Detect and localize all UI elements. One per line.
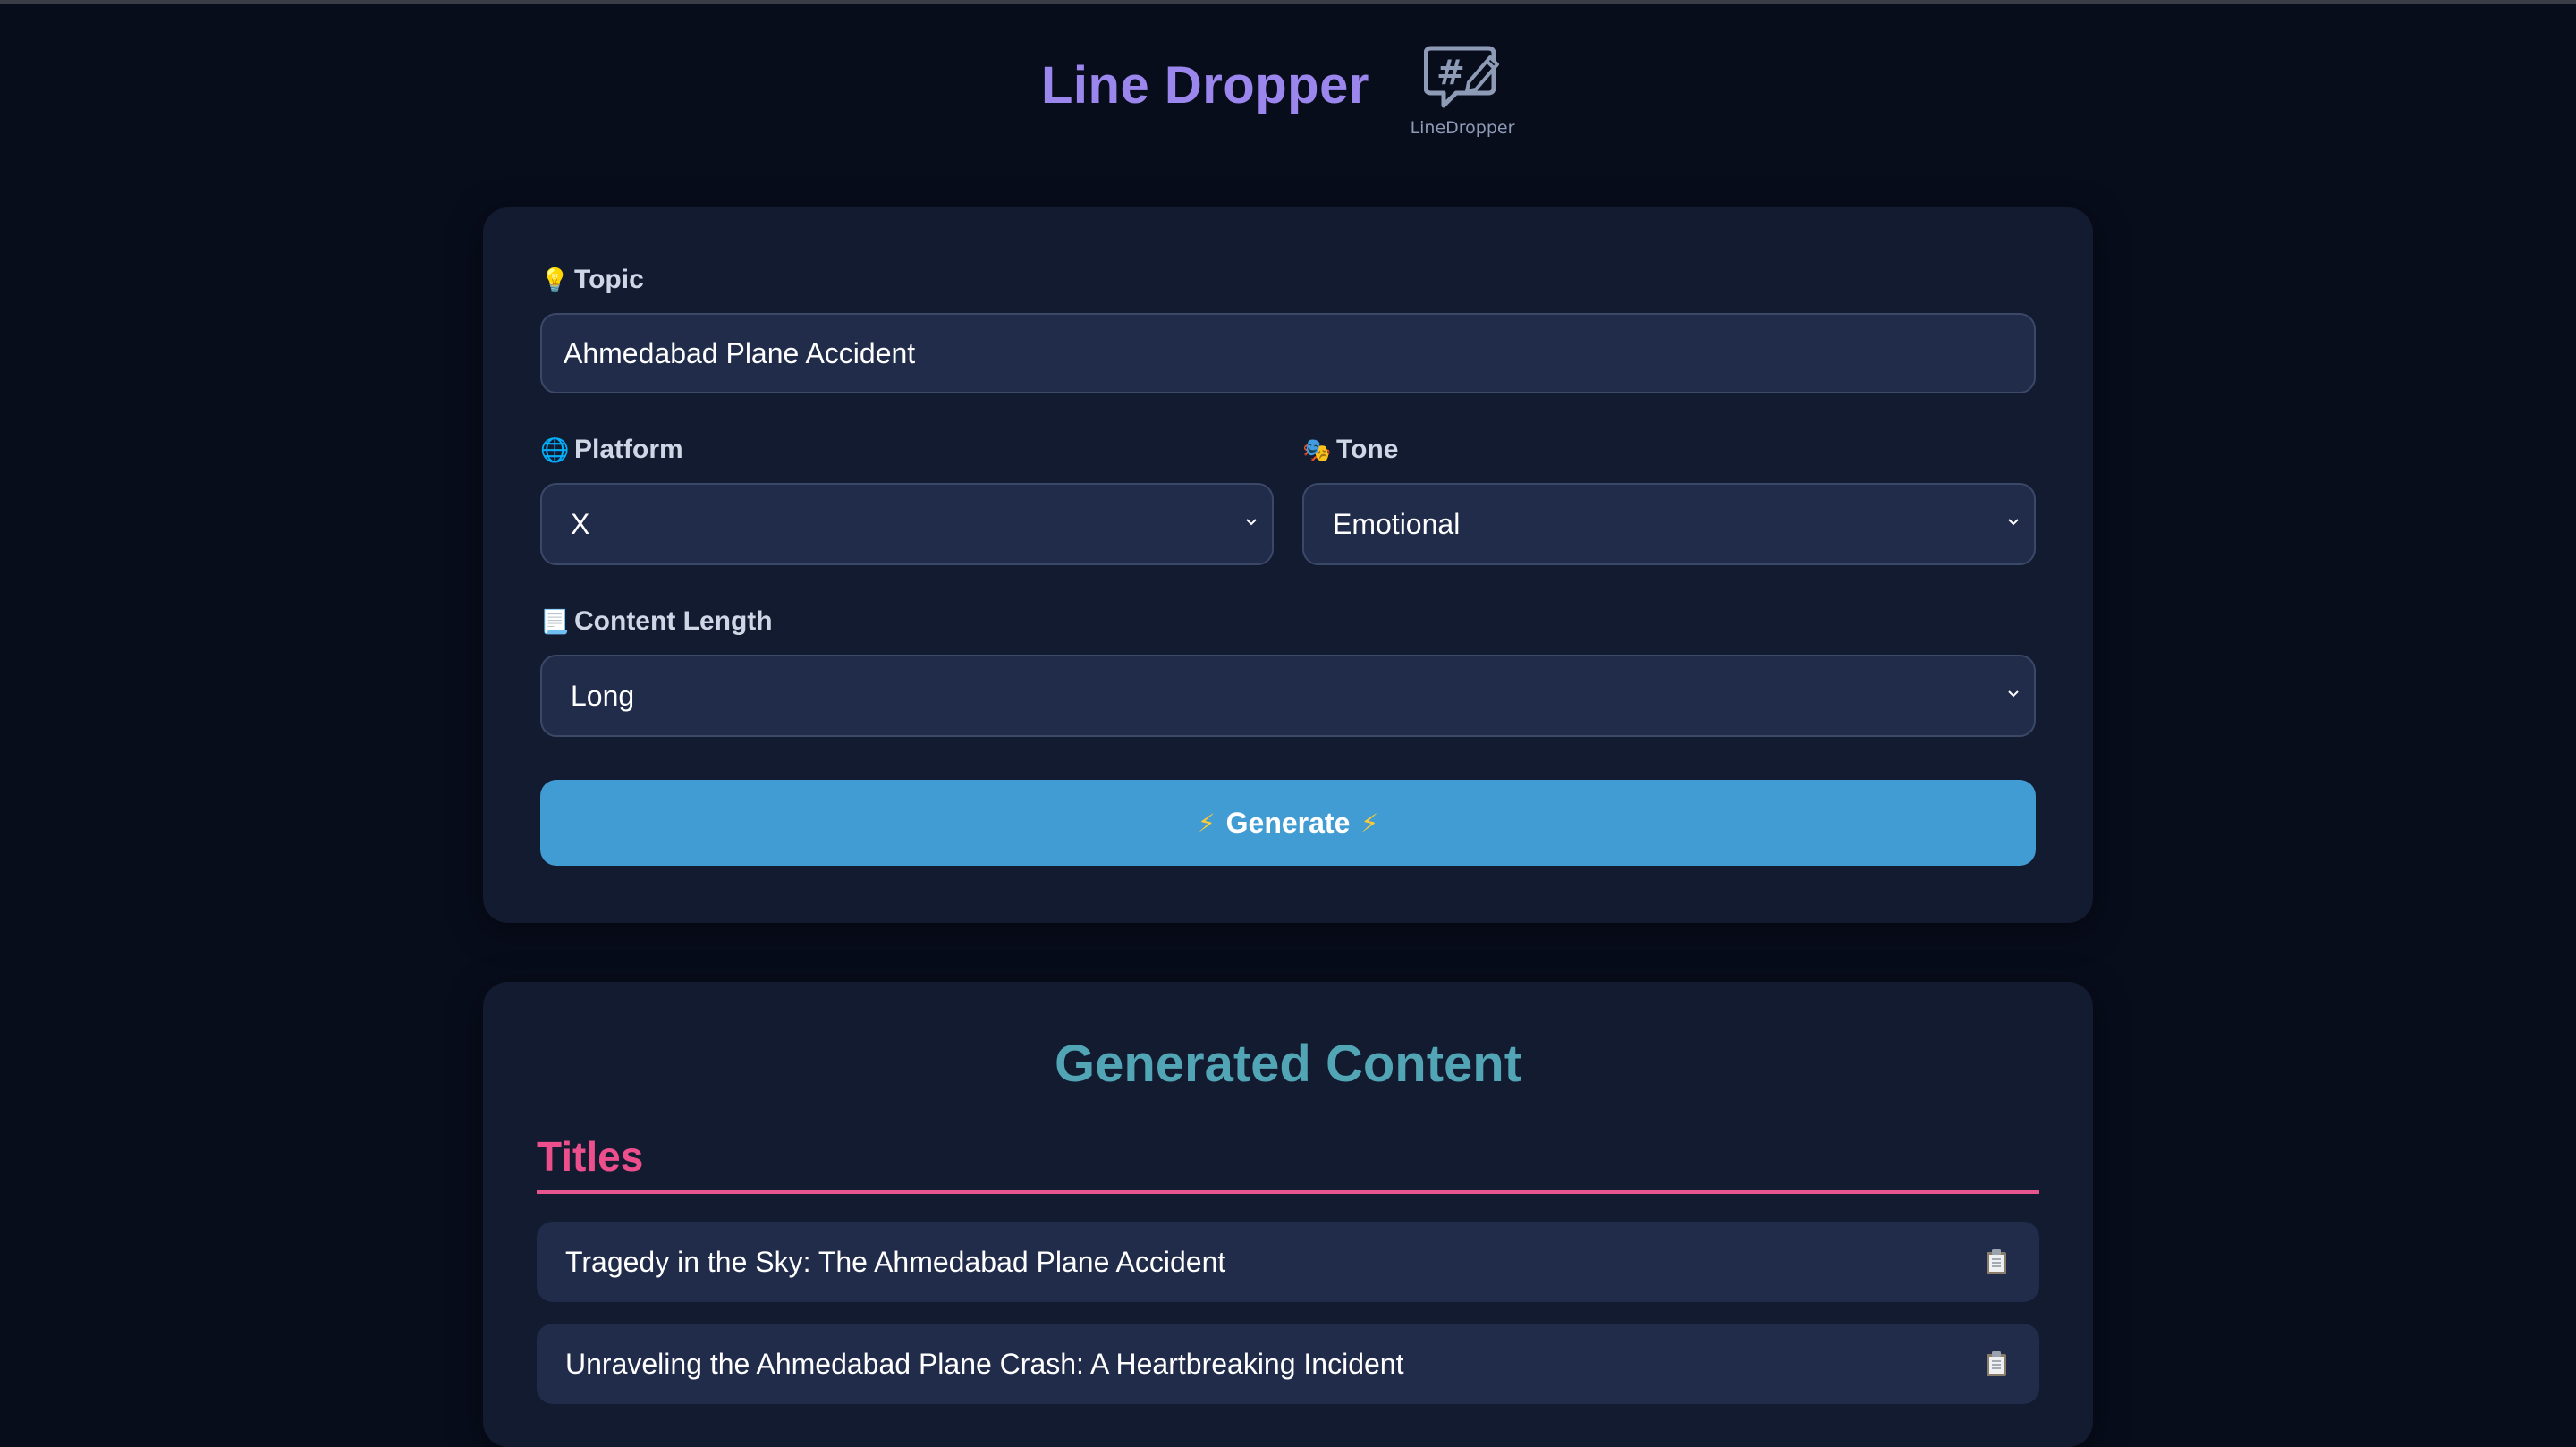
- generated-content-heading: Generated Content: [1054, 1035, 1522, 1093]
- tone-select[interactable]: Emotional: [1302, 483, 2036, 565]
- platform-label-text: Platform: [574, 435, 683, 464]
- lightning-icon: ⚡: [1360, 808, 1379, 837]
- generated-title-text: Tragedy in the Sky: The Ahmedabad Plane …: [565, 1245, 1226, 1278]
- generate-button[interactable]: ⚡ Generate ⚡: [540, 780, 2036, 866]
- generated-title-text: Unraveling the Ahmedabad Plane Crash: A …: [565, 1347, 1404, 1380]
- topic-label-text: Topic: [574, 265, 644, 294]
- list-item: Unraveling the Ahmedabad Plane Crash: A …: [537, 1324, 2039, 1404]
- generate-button-label: Generate: [1225, 806, 1351, 839]
- app-header: Line Dropper # LineDropper: [0, 0, 2576, 152]
- platform-select[interactable]: X: [540, 483, 1274, 565]
- section-divider: [537, 1190, 2039, 1194]
- chevron-down-icon: [2008, 519, 2019, 526]
- content-length-label: 📃 Content Length: [540, 606, 773, 637]
- lightning-icon: ⚡: [1197, 808, 1216, 837]
- hashtag-chat-pencil-icon: #: [1424, 46, 1499, 108]
- platform-select-value: X: [571, 507, 590, 540]
- tone-label-text: Tone: [1336, 435, 1399, 464]
- titles-section-heading: Titles: [537, 1133, 644, 1180]
- generator-form: 💡 Topic Ahmedabad Plane Accident 🌐 Platf…: [483, 207, 2093, 923]
- content-length-select-value: Long: [571, 679, 635, 712]
- clipboard-icon[interactable]: [1982, 1248, 2011, 1276]
- app-logo: # LineDropper: [1404, 43, 1521, 143]
- scroll-icon: 📃: [540, 607, 570, 635]
- generated-content-panel: Generated Content Titles Tragedy in the …: [483, 982, 2093, 1447]
- logo-text: LineDropper: [1410, 118, 1515, 138]
- topic-input-value: Ahmedabad Plane Accident: [564, 336, 916, 369]
- topic-input[interactable]: Ahmedabad Plane Accident: [540, 313, 2036, 393]
- topic-label: 💡 Topic: [540, 265, 644, 295]
- app-title: Line Dropper: [1041, 56, 1369, 114]
- chevron-down-icon: [2008, 690, 2019, 698]
- clipboard-icon[interactable]: [1982, 1350, 2011, 1378]
- platform-label: 🌐 Platform: [540, 435, 683, 465]
- tone-select-value: Emotional: [1333, 507, 1461, 540]
- list-item: Tragedy in the Sky: The Ahmedabad Plane …: [537, 1222, 2039, 1302]
- content-length-select[interactable]: Long: [540, 655, 2036, 737]
- chevron-down-icon: [1246, 519, 1257, 526]
- theater-masks-icon: 🎭: [1302, 436, 1332, 463]
- globe-icon: 🌐: [540, 436, 570, 463]
- content-length-label-text: Content Length: [574, 606, 773, 636]
- lightbulb-icon: 💡: [540, 266, 570, 293]
- tone-label: 🎭 Tone: [1302, 435, 1398, 465]
- svg-text:#: #: [1436, 53, 1465, 92]
